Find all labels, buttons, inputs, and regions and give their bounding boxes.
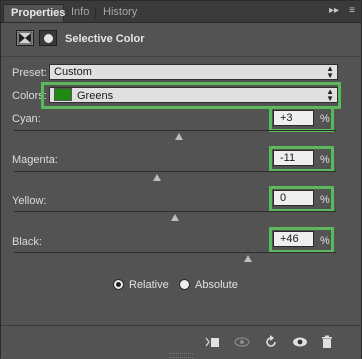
- hamburger-icon[interactable]: ≡: [349, 5, 355, 16]
- preset-value: Custom: [54, 66, 92, 78]
- colors-highlight-box: [41, 82, 341, 109]
- selective-color-adjustment-icon[interactable]: [16, 30, 34, 46]
- trash-icon[interactable]: [319, 334, 335, 350]
- trash-glyph-icon: [322, 335, 332, 348]
- black-highlight-box: [269, 227, 334, 253]
- preset-label: Preset:: [12, 67, 47, 79]
- clip-glyph-icon: [205, 337, 219, 347]
- cyan-slider-track[interactable]: [14, 130, 336, 131]
- tab-info[interactable]: Info: [64, 4, 96, 22]
- magenta-highlight-box: [269, 146, 334, 172]
- adjustment-title: Selective Color: [65, 33, 145, 45]
- dropdown-arrows-icon: ▲ ▼: [326, 64, 334, 80]
- cyan-highlight-box: [269, 106, 334, 132]
- magenta-label: Magenta:: [12, 154, 58, 166]
- visibility-eye-icon[interactable]: [292, 334, 308, 350]
- absolute-radio[interactable]: [179, 279, 190, 290]
- eye-prev-glyph-icon: [234, 337, 250, 347]
- yellow-label: Yellow:: [12, 195, 47, 207]
- layer-mask-icon[interactable]: [39, 30, 57, 46]
- panel-tab-bar: Properties Info History ▸▸ ≡: [1, 1, 361, 23]
- cyan-slider-thumb[interactable]: [175, 133, 183, 140]
- tab-history[interactable]: History: [96, 4, 144, 22]
- double-chevron-right-icon[interactable]: ▸▸: [329, 5, 339, 16]
- selective-color-glyph-icon: [17, 31, 33, 45]
- view-previous-state-icon[interactable]: [234, 334, 250, 350]
- relative-label[interactable]: Relative: [129, 279, 169, 291]
- header-divider: [1, 56, 361, 57]
- relative-radio[interactable]: [113, 279, 124, 290]
- yellow-slider-thumb[interactable]: [171, 214, 179, 221]
- properties-panel: Properties Info History ▸▸ ≡ Selective C…: [0, 0, 362, 359]
- tab-properties[interactable]: Properties: [3, 4, 65, 22]
- preset-dropdown[interactable]: Custom ▲ ▼: [49, 64, 338, 80]
- yellow-highlight-box: [269, 186, 334, 212]
- cyan-label: Cyan:: [12, 113, 41, 125]
- black-label: Black:: [12, 236, 42, 248]
- magenta-slider-track[interactable]: [14, 171, 336, 172]
- clip-to-layer-icon[interactable]: [204, 334, 220, 350]
- reset-icon[interactable]: [263, 334, 279, 350]
- eye-glyph-icon: [293, 337, 307, 347]
- panel-footer: [1, 325, 361, 359]
- resize-grip[interactable]: [169, 353, 193, 358]
- magenta-slider-thumb[interactable]: [153, 174, 161, 181]
- black-slider-thumb[interactable]: [244, 255, 252, 262]
- black-slider-track[interactable]: [14, 252, 336, 253]
- reset-glyph-icon: [266, 335, 276, 347]
- yellow-slider-track[interactable]: [14, 211, 336, 212]
- absolute-label[interactable]: Absolute: [195, 279, 238, 291]
